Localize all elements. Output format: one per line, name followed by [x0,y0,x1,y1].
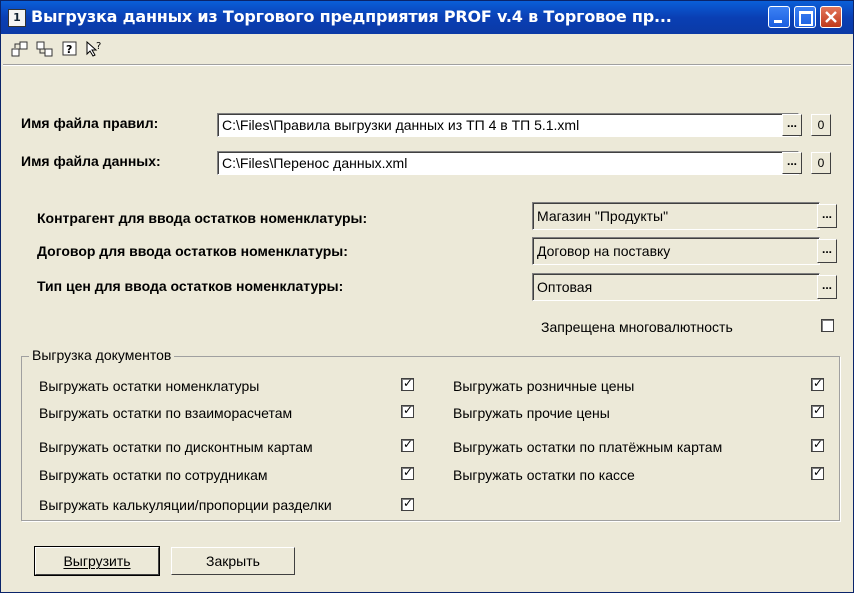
multicurrency-label: Запрещена многовалютность [541,319,733,335]
check-icon: ✓ [403,437,414,451]
data-file-open-button[interactable]: 0 [811,152,831,174]
multicurrency-checkbox[interactable] [821,319,834,332]
price-type-label: Тип цен для ввода остатков номенклатуры: [37,278,344,294]
data-file-browse-button[interactable]: ... [782,152,802,174]
minimize-icon [774,20,782,23]
export-payment-cards-label: Выгружать остатки по платёжным картам [453,439,723,455]
data-file-label: Имя файла данных: [21,153,161,169]
data-file-input[interactable]: C:\Files\Перенос данных.xml [217,151,799,175]
svg-text:?: ? [96,41,101,52]
check-icon: ✓ [403,403,414,417]
contract-label: Договор для ввода остатков номенклатуры: [37,243,348,259]
close-icon [825,11,837,23]
rules-file-open-button[interactable]: 0 [811,114,831,136]
export-stock-label: Выгружать остатки номенклатуры [39,378,260,394]
contract-select-button[interactable]: ... [817,239,837,263]
rules-file-input[interactable]: C:\Files\Правила выгрузки данных из ТП 4… [217,113,799,137]
close-window-button[interactable] [820,6,842,28]
import-settings-icon[interactable] [36,40,54,58]
contragent-field[interactable]: Магазин "Продукты" [532,202,820,230]
export-calculations-label: Выгружать калькуляции/пропорции разделки [39,497,332,513]
export-dialog-window: 1 Выгрузка данных из Торгового предприят… [0,0,854,593]
check-icon: ✓ [813,437,824,451]
export-employees-checkbox[interactable]: ✓ [401,465,414,480]
export-discount-cards-label: Выгружать остатки по дисконтным картам [39,439,313,455]
export-discount-cards-checkbox[interactable]: ✓ [401,437,414,452]
export-cash-label: Выгружать остатки по кассе [453,467,635,483]
export-other-prices-label: Выгружать прочие цены [453,405,610,421]
check-icon: ✓ [403,465,414,479]
contragent-label: Контрагент для ввода остатков номенклату… [37,210,368,226]
export-retail-prices-label: Выгружать розничные цены [453,378,635,394]
export-button[interactable]: Выгрузить [34,546,160,576]
minimize-button[interactable] [768,6,790,28]
help-icon[interactable]: ? [61,40,79,58]
window-title: Выгрузка данных из Торгового предприятия… [31,7,672,26]
check-icon: ✓ [813,465,824,479]
rules-file-label: Имя файла правил: [21,115,159,131]
export-employees-label: Выгружать остатки по сотрудникам [39,467,268,483]
export-settlements-checkbox[interactable]: ✓ [401,403,414,418]
export-cash-checkbox[interactable]: ✓ [811,465,824,480]
check-icon: ✓ [813,403,824,417]
export-button-label: Выгрузить [63,553,131,569]
price-type-select-button[interactable]: ... [817,275,837,299]
export-settlements-label: Выгружать остатки по взаиморасчетам [39,405,293,421]
maximize-icon [799,11,813,26]
export-stock-checkbox[interactable]: ✓ [401,376,414,391]
contract-field[interactable]: Договор на поставку [532,237,820,265]
export-payment-cards-checkbox[interactable]: ✓ [811,437,824,452]
contragent-select-button[interactable]: ... [817,204,837,228]
toolbar-separator [3,64,851,66]
title-bar[interactable]: 1 Выгрузка данных из Торгового предприят… [1,1,853,34]
export-retail-prices-checkbox[interactable]: ✓ [811,376,824,391]
export-settings-icon[interactable] [11,40,29,58]
close-button[interactable]: Закрыть [171,547,295,575]
context-help-icon[interactable]: ? [85,40,103,58]
check-icon: ✓ [403,496,414,510]
maximize-button[interactable] [794,6,816,28]
price-type-field[interactable]: Оптовая [532,273,820,301]
app-icon: 1 [8,9,26,27]
check-icon: ✓ [403,376,414,390]
export-documents-group-title: Выгрузка документов [29,347,175,363]
export-calculations-checkbox[interactable]: ✓ [401,496,414,511]
toolbar: ? ? [1,34,853,64]
svg-text:?: ? [66,43,72,56]
close-button-label: Закрыть [206,553,260,569]
check-icon: ✓ [813,376,824,390]
export-other-prices-checkbox[interactable]: ✓ [811,403,824,418]
rules-file-browse-button[interactable]: ... [782,114,802,136]
